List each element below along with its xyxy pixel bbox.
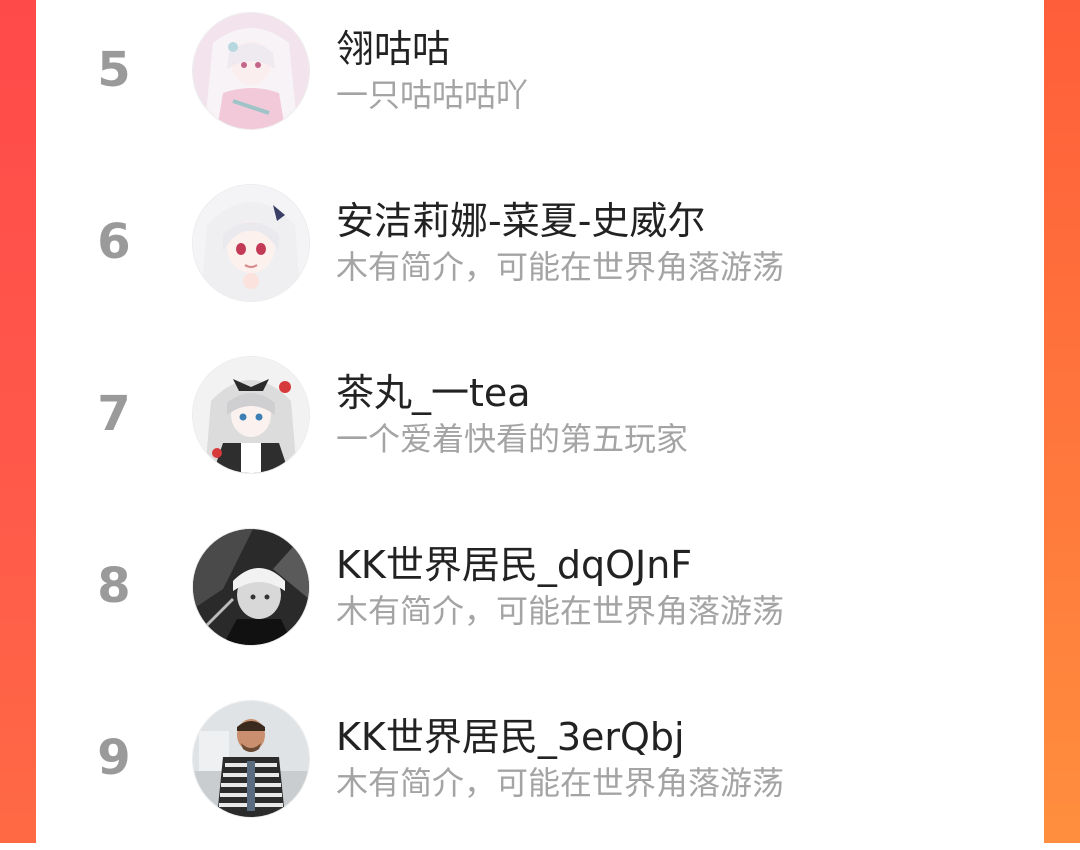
rank-number: 8 — [97, 558, 131, 614]
user-name[interactable]: KK世界居民_3erQbj — [336, 706, 685, 761]
rank-number: 6 — [97, 214, 131, 270]
user-bio: 木有简介，可能在世界角落游荡 — [336, 592, 785, 630]
monochrome-anime-avatar-icon[interactable] — [192, 528, 310, 646]
anime-girl-avatar-icon[interactable] — [192, 184, 310, 302]
list-item[interactable]: 7 茶丸_一tea 一个爱着快看的第五玩家 — [36, 356, 1044, 506]
user-name[interactable]: 翎咕咕 — [336, 18, 450, 73]
anime-girl-avatar-icon[interactable] — [192, 12, 310, 130]
man-photo-avatar-icon[interactable] — [192, 700, 310, 818]
left-gradient-border — [0, 0, 36, 843]
list-item[interactable]: 8 KK世界居民_dqOJnF 木有简介，可能在世界角落游荡 — [36, 528, 1044, 678]
list-item[interactable]: 5 翎咕咕 一只咕咕咕吖 — [36, 12, 1044, 162]
rank-number: 5 — [97, 42, 131, 98]
ranking-list: 5 翎咕咕 一只咕咕咕吖 6 安洁莉娜-菜夏-史威尔 木有简介，可能在世界角落游… — [36, 0, 1044, 843]
user-name[interactable]: 茶丸_一tea — [336, 362, 531, 417]
list-item[interactable]: 9 KK世界居民_3erQbj 木有简介，可能在世界角落游荡 — [36, 700, 1044, 850]
rank-number: 9 — [97, 730, 131, 786]
user-bio: 一个爱着快看的第五玩家 — [336, 420, 689, 458]
user-bio: 木有简介，可能在世界角落游荡 — [336, 248, 785, 286]
rank-number: 7 — [97, 386, 131, 442]
right-gradient-border — [1044, 0, 1080, 843]
user-name[interactable]: 安洁莉娜-菜夏-史威尔 — [336, 190, 705, 245]
list-item[interactable]: 6 安洁莉娜-菜夏-史威尔 木有简介，可能在世界角落游荡 — [36, 184, 1044, 334]
user-bio: 一只咕咕咕吖 — [336, 76, 529, 114]
anime-maid-avatar-icon[interactable] — [192, 356, 310, 474]
user-name[interactable]: KK世界居民_dqOJnF — [336, 534, 692, 589]
user-bio: 木有简介，可能在世界角落游荡 — [336, 764, 785, 802]
